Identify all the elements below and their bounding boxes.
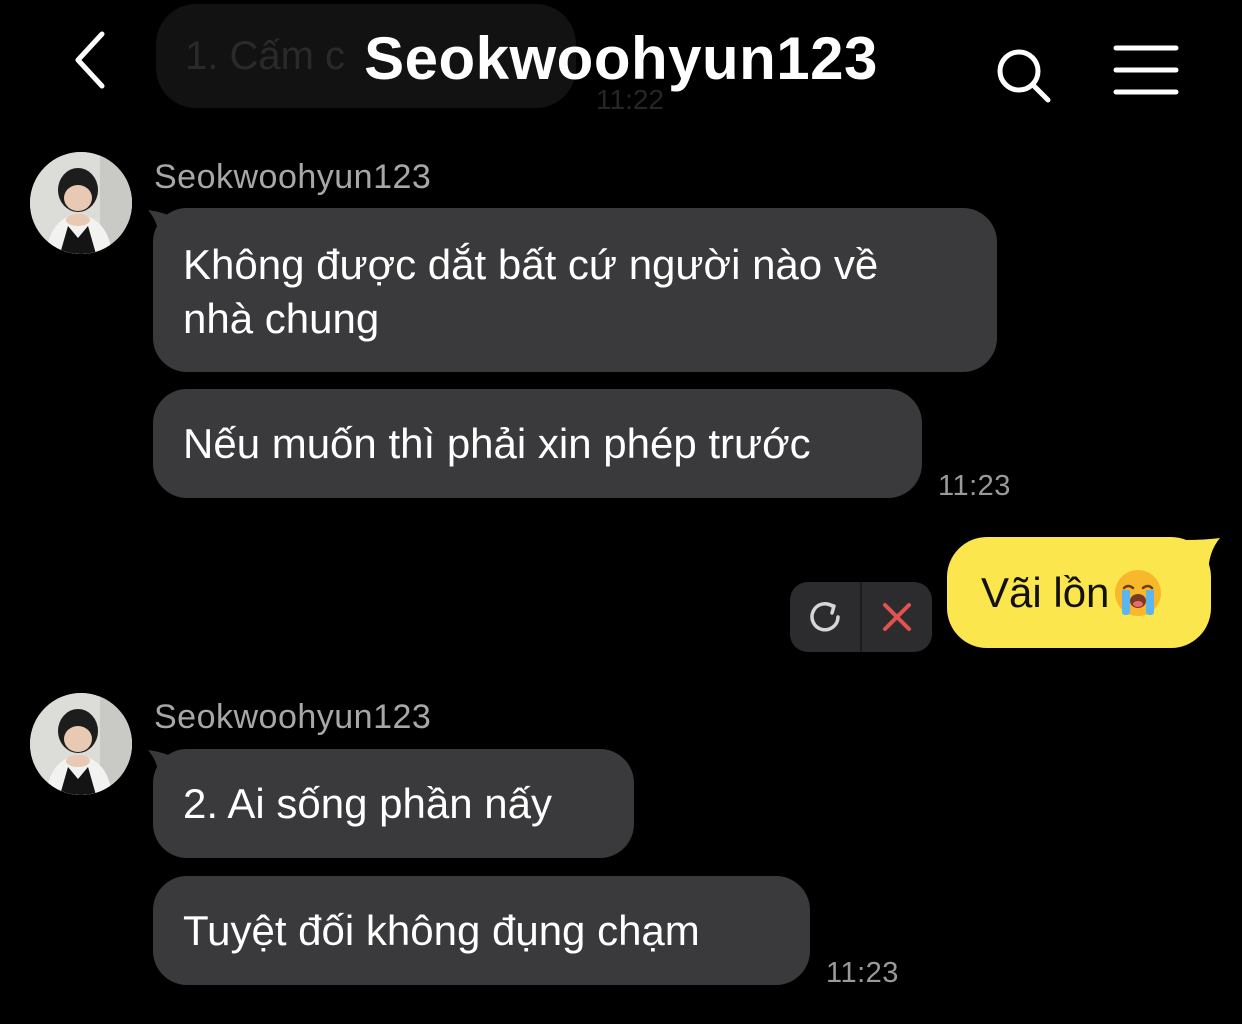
message-bubble[interactable]: Không được dắt bất cứ người nào về nhà c… [153,208,997,372]
message-time: 11:23 [826,957,899,989]
message-bubble[interactable]: Nếu muốn thì phải xin phép trước [153,389,922,498]
chat-title: Seokwoohyun123 [364,25,878,92]
menu-button[interactable] [1112,44,1180,96]
loudly-crying-face-icon [1115,569,1162,616]
failed-message-actions [790,582,932,652]
message-text: 2. Ai sống phần nấy [183,779,552,827]
my-message-bubble[interactable]: Vãi lồn [947,537,1211,648]
avatar[interactable] [30,693,132,795]
delete-x-icon [882,603,911,631]
my-message-text: Vãi lồn [981,568,1110,616]
sender-name: Seokwoohyun123 [154,158,432,196]
sender-name: Seokwoohyun123 [154,698,432,736]
message-bubble[interactable]: 2. Ai sống phần nấy [153,749,634,858]
message-text: nhà chung [183,295,380,342]
message-bubble[interactable]: Tuyệt đối không đụng chạm [153,876,810,985]
search-button[interactable] [992,44,1054,106]
retry-button[interactable] [790,582,860,652]
retry-icon [810,602,840,632]
message-text: Không được dắt bất cứ người nào về [183,241,879,288]
hamburger-menu-icon [1113,45,1179,95]
message-text: Nếu muốn thì phải xin phép trước [183,419,811,467]
search-icon [997,49,1051,103]
delete-button[interactable] [862,582,932,652]
message-text: Tuyệt đối không đụng chạm [183,906,700,954]
avatar[interactable] [30,152,132,254]
message-time: 11:23 [938,470,1011,502]
